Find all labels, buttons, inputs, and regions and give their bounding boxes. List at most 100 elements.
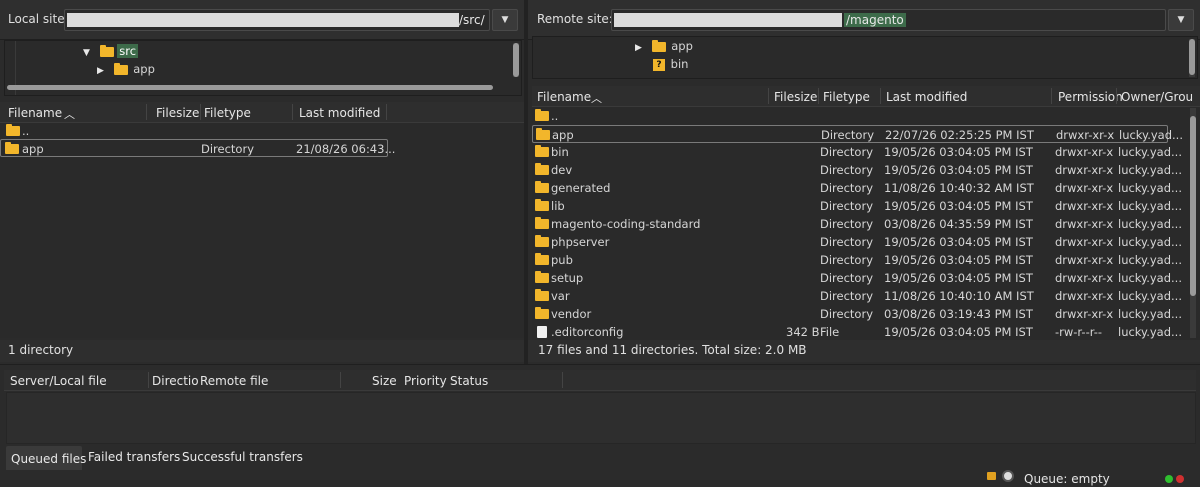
file-type: Directory	[201, 142, 255, 156]
tree-item-src[interactable]: ▼ src	[83, 44, 139, 60]
scrollbar-thumb[interactable]	[513, 43, 519, 77]
list-item[interactable]: magento-coding-standard Directory 03/08/26…	[532, 215, 1200, 233]
remote-path-text: /magento	[844, 13, 906, 27]
list-item[interactable]: bin Directory 19/05/26 03:04:05 PM IST drwx…	[532, 143, 1200, 161]
tab-failed-transfers[interactable]: Failed transfers	[88, 450, 180, 464]
file-permission: drwxr-xr-x	[1055, 217, 1114, 231]
column-filetype[interactable]: Filetype	[823, 90, 870, 104]
remote-file-list[interactable]: Filename ︿ Filesize Filetype Last modifi…	[532, 86, 1200, 340]
remote-list-scrollbar[interactable]	[1190, 108, 1196, 338]
folder-icon	[6, 124, 20, 136]
tree-item-app[interactable]: ▶ app	[97, 62, 155, 78]
file-owner: lucky.yad...	[1118, 253, 1182, 267]
list-item[interactable]: lib Directory 19/05/26 03:04:05 PM IST drwx…	[532, 197, 1200, 215]
queue-list[interactable]	[6, 392, 1196, 444]
file-modified: 19/05/26 03:04:05 PM IST	[884, 325, 1033, 339]
list-item[interactable]: var Directory 11/08/26 10:40:10 AM IST drwx…	[532, 287, 1200, 305]
column-size[interactable]: Size	[372, 374, 397, 388]
file-owner: lucky.yad...	[1118, 289, 1182, 303]
list-item[interactable]: phpserver Directory 19/05/26 03:04:05 PM I…	[532, 233, 1200, 251]
local-path-input[interactable]: /src/	[64, 9, 490, 31]
list-item[interactable]: .editorconfig 342 B File 19/05/26 03:04:05 …	[532, 323, 1200, 341]
tree-item-label: app	[133, 62, 155, 76]
file-permission: -rw-r--r--	[1055, 325, 1103, 339]
local-status-bar: 1 directory	[0, 340, 524, 362]
list-item[interactable]: vendor Directory 03/08/26 03:19:43 PM IST d…	[532, 305, 1200, 323]
sort-ascending-icon: ︿	[591, 92, 602, 105]
local-tree-hscrollbar[interactable]	[7, 85, 493, 90]
file-type: Directory	[820, 217, 874, 231]
column-owner-group[interactable]: Owner/Grou	[1121, 90, 1193, 104]
file-type: Directory	[820, 271, 874, 285]
list-item[interactable]: ..	[532, 107, 1200, 125]
file-name: bin	[551, 145, 569, 159]
column-remote-file[interactable]: Remote file	[200, 374, 268, 388]
tab-queued-files[interactable]: Queued files	[11, 452, 86, 466]
tree-item-label: src	[117, 44, 139, 58]
file-name: ..	[22, 124, 30, 138]
folder-icon	[535, 289, 549, 301]
column-last-modified[interactable]: Last modified	[299, 106, 380, 120]
folder-icon	[535, 307, 549, 319]
column-filetype[interactable]: Filetype	[204, 106, 251, 120]
column-filename[interactable]: Filename	[537, 90, 591, 104]
local-directory-tree[interactable]: ▼ src ▶ app	[4, 40, 522, 96]
column-status[interactable]: Status	[450, 374, 488, 388]
list-item[interactable]: ..	[0, 122, 524, 140]
remote-status-text: 17 files and 11 directories. Total size:…	[538, 343, 807, 357]
file-modified: 11/08/26 10:40:32 AM IST	[884, 181, 1034, 195]
remote-directory-tree[interactable]: ▶ app ? bin	[532, 36, 1198, 79]
scrollbar-thumb[interactable]	[1190, 116, 1196, 296]
file-owner: lucky.yad...	[1118, 199, 1182, 213]
column-last-modified[interactable]: Last modified	[886, 90, 967, 104]
file-modified: 22/07/26 02:25:25 PM IST	[885, 128, 1034, 142]
file-permission: drwxr-xr-x	[1055, 163, 1114, 177]
file-name: magento-coding-standard	[551, 217, 701, 231]
folder-icon	[651, 39, 666, 52]
remote-path-input[interactable]: /magento	[611, 9, 1166, 31]
file-permission: drwxr-xr-x	[1055, 253, 1114, 267]
column-filename[interactable]: Filename	[8, 106, 62, 120]
chevron-down-icon: ▼	[501, 15, 509, 25]
remote-path-dropdown-button[interactable]: ▼	[1168, 9, 1194, 31]
speed-limit-icon[interactable]	[1002, 470, 1014, 482]
file-name: setup	[551, 271, 584, 285]
local-file-list[interactable]: Filename ︿ Filesize Filetype Last modifi…	[0, 102, 524, 338]
file-name: pub	[551, 253, 573, 267]
column-server-local-file[interactable]: Server/Local file	[10, 374, 107, 388]
file-name: dev	[551, 163, 573, 177]
list-item[interactable]: setup Directory 19/05/26 03:04:05 PM IST dr…	[532, 269, 1200, 287]
file-type: Directory	[820, 199, 874, 213]
file-permission: drwxr-xr-x	[1055, 145, 1114, 159]
list-item[interactable]: generated Directory 11/08/26 10:40:32 AM I…	[532, 179, 1200, 197]
tab-successful-transfers[interactable]: Successful transfers	[182, 450, 303, 464]
column-permission[interactable]: Permission	[1058, 90, 1123, 104]
folder-icon	[535, 145, 549, 157]
column-priority[interactable]: Priority	[404, 374, 447, 388]
column-filesize[interactable]: Filesize	[156, 106, 199, 120]
file-owner: lucky.yad...	[1118, 217, 1182, 231]
column-filesize[interactable]: Filesize	[774, 90, 817, 104]
folder-icon	[535, 109, 549, 121]
tree-item-label: app	[671, 39, 693, 53]
list-item[interactable]: dev Directory 19/05/26 03:04:05 PM IST drwx…	[532, 161, 1200, 179]
file-permission: drwxr-xr-x	[1055, 307, 1114, 321]
local-list-header: Filename ︿ Filesize Filetype Last modifi…	[0, 102, 524, 123]
file-permission: drwxr-xr-x	[1055, 199, 1114, 213]
scrollbar-thumb[interactable]	[1189, 39, 1195, 75]
list-item[interactable]: pub Directory 19/05/26 03:04:05 PM IST drwx…	[532, 251, 1200, 269]
pane-divider[interactable]	[524, 0, 528, 364]
remote-status-bar: 17 files and 11 directories. Total size:…	[528, 340, 1200, 362]
local-path-dropdown-button[interactable]: ▼	[492, 9, 518, 31]
tree-item-bin[interactable]: ? bin	[653, 57, 688, 73]
list-item[interactable]: app Directory 21/08/26 06:43...	[0, 139, 395, 157]
queue-header: Server/Local file Directio Remote file S…	[4, 370, 1196, 391]
tree-item-label: bin	[670, 57, 689, 71]
column-direction[interactable]: Directio	[152, 374, 199, 388]
local-tree-scrollbar[interactable]	[513, 43, 519, 77]
list-item[interactable]: app Directory 22/07/26 02:25:25 PM IST drwx…	[532, 125, 1183, 143]
file-owner: lucky.yad...	[1118, 145, 1182, 159]
folder-icon	[535, 199, 549, 211]
remote-tree-scrollbar[interactable]	[1189, 39, 1195, 77]
tree-item-app[interactable]: ▶ app	[635, 39, 693, 55]
